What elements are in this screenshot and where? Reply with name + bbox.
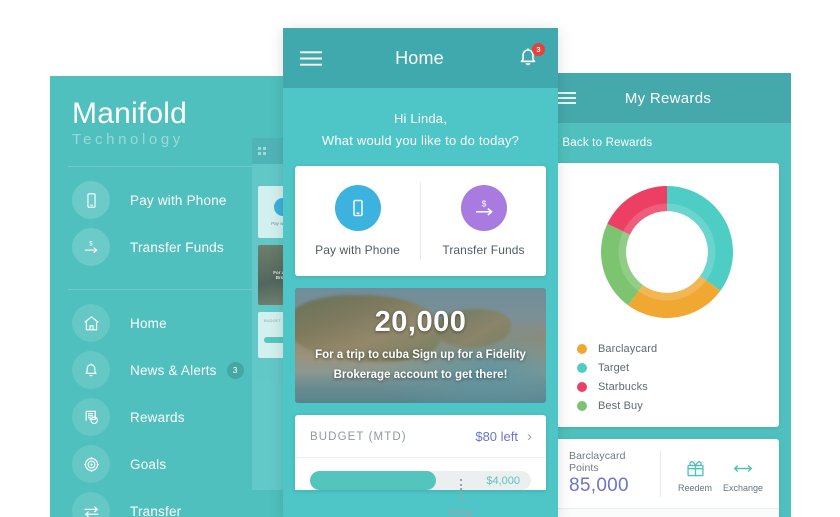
notification-badge: 3 [532, 43, 545, 56]
budget-progress-track: $4,000 Today [310, 471, 531, 517]
home-phone: Home 3 Hi Linda, What would you like to … [283, 28, 558, 517]
action-transfer-funds[interactable]: $ Transfer Funds [421, 166, 546, 276]
points-label: Barclaycard Points [569, 450, 626, 474]
bell-icon [72, 351, 110, 389]
budget-amount: $4,000 [486, 474, 520, 487]
legend-label: Starbucks [598, 380, 648, 393]
legend-label: Barclaycard [598, 342, 658, 355]
sidebar-item-label: Transfer Funds [130, 239, 224, 255]
transfer-icon [72, 492, 110, 517]
donut-segment-target [667, 186, 733, 291]
hamburger-icon[interactable] [299, 50, 323, 67]
exchange-button[interactable]: Exchange [719, 454, 767, 493]
legend-color-swatch [577, 400, 587, 411]
hamburger-icon[interactable] [557, 91, 577, 105]
points-info: Barclaycard Points 85,000 [569, 450, 650, 497]
budget-today-marker [460, 479, 463, 502]
points-row-barclaycard[interactable]: Barclaycard Points 85,000 Reedem Exchang… [555, 439, 779, 508]
rewards-phone: My Rewards ‹ Back to Rewards Barclaycard… [543, 73, 791, 517]
sidebar-item-label: Goals [130, 456, 167, 472]
redeem-button[interactable]: Reedem [671, 454, 719, 493]
action-pay-with-phone[interactable]: Pay with Phone [295, 166, 420, 276]
brand-name: Manifold [72, 97, 187, 130]
promo-line-1: For a trip to cuba Sign up for a Fidelit… [315, 348, 526, 361]
legend-item-starbucks: Starbucks [577, 377, 779, 396]
budget-remaining: $80 left [475, 429, 518, 444]
greeting-line-1: Hi Linda, [393, 111, 448, 126]
chevron-right-icon: › [527, 428, 532, 445]
target-icon [72, 445, 110, 483]
rewards-icon [72, 398, 110, 436]
legend-item-target: Target [577, 358, 779, 377]
budget-body: $4,000 Today [295, 458, 546, 517]
legend-item-barclaycard: Barclaycard [577, 339, 779, 358]
promo-line-2: Brokerage account to get there! [333, 369, 508, 381]
donut-chart [555, 177, 779, 327]
screenshot-stage: Manifold Technology Pay with Phone $ Tra… [0, 0, 840, 517]
home-icon [72, 304, 110, 342]
greeting-line-2: What would you like to do today? [321, 133, 520, 148]
action-label: Transfer Funds [442, 243, 525, 257]
dollar-arrow-icon: $ [460, 185, 507, 231]
phone-icon [334, 185, 381, 231]
budget-today-label: Today [447, 507, 473, 517]
svg-text:$: $ [89, 240, 93, 247]
brand-block: Manifold Technology [50, 76, 300, 148]
promo-points: 20,000 [374, 305, 467, 338]
budget-card: BUDGET (MTD) $80 left › $4,000 Today [295, 415, 546, 517]
budget-title: BUDGET (MTD) [310, 430, 407, 443]
promo-banner[interactable]: 20,000 For a trip to cuba Sign up for a … [295, 288, 546, 403]
legend-label: Best Buy [598, 399, 643, 412]
chart-legend: Barclaycard Target Starbucks Best Buy [555, 327, 779, 415]
budget-header[interactable]: BUDGET (MTD) $80 left › [295, 415, 546, 458]
rewards-header: My Rewards [543, 73, 791, 123]
gift-icon [685, 458, 706, 479]
sidebar-item-label: Rewards [130, 409, 185, 425]
back-to-rewards-link[interactable]: ‹ Back to Rewards [543, 123, 791, 149]
exchange-arrow-icon [731, 458, 755, 479]
rewards-chart-card: Barclaycard Target Starbucks Best Buy [555, 163, 779, 427]
legend-label: Target [598, 361, 630, 374]
home-title: Home [395, 47, 444, 68]
legend-color-swatch [577, 381, 587, 392]
sidebar-item-transfer[interactable]: Transfer [50, 488, 300, 517]
points-value: 85,000 [569, 475, 629, 496]
sidebar-badge-news: 3 [226, 361, 244, 379]
points-card: Barclaycard Points 85,000 Reedem Exchang… [555, 439, 779, 517]
points-divider [660, 450, 661, 497]
legend-color-swatch [577, 362, 587, 373]
sidebar-item-label: Home [130, 315, 167, 331]
donut-chart-svg [601, 186, 733, 318]
phone-icon [72, 181, 110, 219]
budget-progress-fill [310, 471, 436, 490]
greeting-block: Hi Linda, What would you like to do toda… [283, 88, 558, 148]
points-row-target[interactable]: Target Points [555, 508, 779, 517]
legend-color-swatch [577, 343, 587, 354]
legend-item-best-buy: Best Buy [577, 396, 779, 415]
action-label: Pay with Phone [315, 243, 400, 257]
exchange-label: Exchange [722, 483, 764, 493]
rewards-title: My Rewards [624, 89, 712, 107]
home-header: Home 3 [283, 28, 558, 88]
sidebar-item-label: Transfer [130, 503, 182, 517]
notification-bell-button[interactable]: 3 [516, 43, 545, 71]
sidebar-item-label: News & Alerts [130, 362, 217, 378]
sidebar-item-label: Pay with Phone [130, 192, 227, 208]
quick-actions-card: Pay with Phone $ Transfer Funds [295, 166, 546, 276]
dollar-arrow-icon: $ [72, 228, 110, 266]
svg-text:$: $ [481, 199, 486, 209]
redeem-label: Reedem [677, 483, 713, 493]
